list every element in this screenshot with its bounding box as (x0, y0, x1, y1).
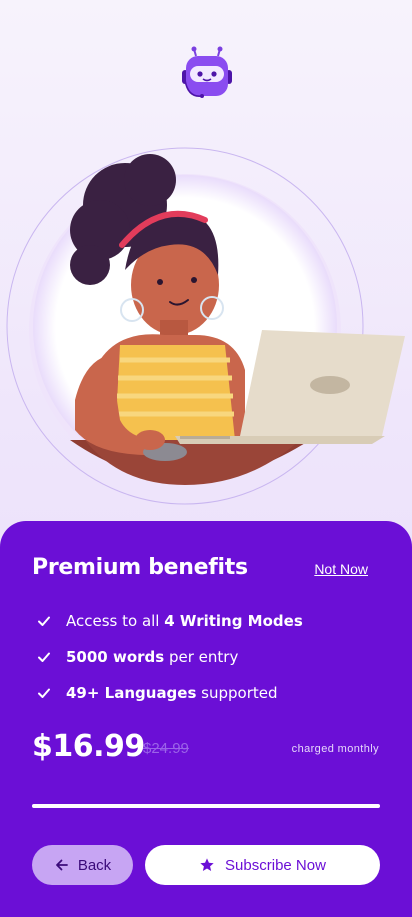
not-now-link[interactable]: Not Now (314, 561, 368, 577)
benefit-highlight: 4 Writing Modes (164, 612, 303, 630)
benefit-text: supported (196, 684, 278, 702)
benefit-text: per entry (164, 648, 239, 666)
robot-mascot-icon (182, 46, 232, 98)
star-icon (200, 858, 214, 871)
check-icon (38, 688, 50, 698)
arrow-left-icon (55, 859, 68, 871)
progress-fill (32, 804, 380, 808)
premium-title: Premium benefits (32, 555, 248, 580)
subscribe-label: Subscribe Now (225, 856, 326, 874)
benefit-text: Access to all (66, 612, 165, 630)
premium-sheet: Premium benefits Not Now Access to all 4… (0, 521, 412, 917)
check-icon (38, 652, 50, 662)
back-label: Back (77, 856, 112, 874)
old-price: $24.99 (143, 740, 189, 757)
benefit-highlight: 5000 words (66, 648, 165, 666)
back-button[interactable]: Back (32, 845, 133, 885)
billing-period: charged monthly (291, 743, 379, 755)
subscribe-button[interactable]: Subscribe Now (145, 845, 380, 885)
benefit-item: Access to all 4 Writing Modes (36, 610, 303, 632)
current-price: $16.99 (32, 729, 145, 764)
check-icon (38, 616, 50, 626)
benefit-item: 5000 words per entry (36, 646, 238, 668)
progress-bar (32, 804, 380, 808)
woman-at-laptop-illustration (6, 147, 405, 505)
benefit-item: 49+ Languages supported (36, 682, 278, 704)
benefit-highlight: 49+ Languages (66, 684, 197, 702)
